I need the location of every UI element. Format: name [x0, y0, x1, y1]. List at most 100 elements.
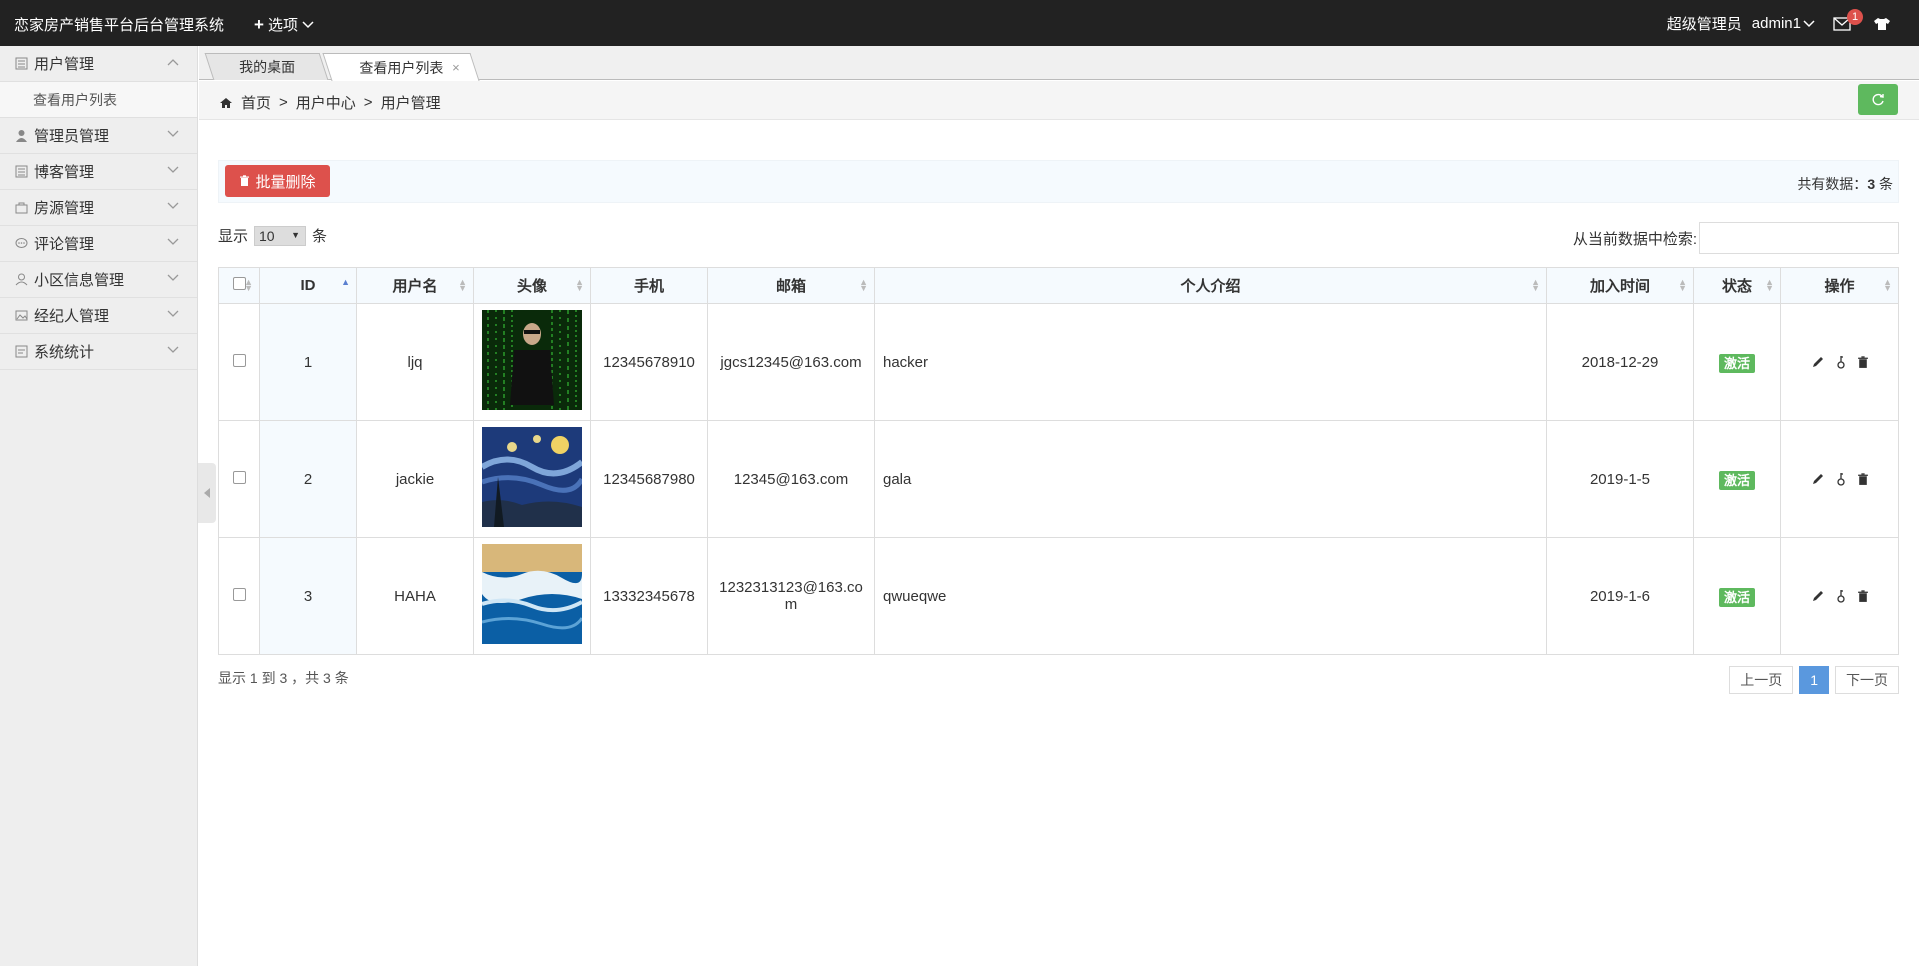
header-join-time[interactable]: 加入时间 ▲ ▼ — [1546, 267, 1694, 304]
chevron-down-icon — [167, 166, 179, 173]
sidebar-collapse-toggle[interactable] — [198, 463, 216, 523]
chevron-down-icon — [302, 20, 314, 28]
cell-join-time: 2018-12-29 — [1546, 303, 1694, 421]
cell-id: 1 — [259, 303, 357, 421]
chevron-up-icon — [167, 59, 179, 66]
header-label: 用户名 — [392, 278, 438, 295]
sidebar-item-comment-management[interactable]: 评论管理 — [0, 226, 197, 262]
trash-icon[interactable] — [1857, 589, 1869, 603]
cell-phone: 13332345678 — [590, 537, 708, 655]
matrix-avatar-image — [482, 310, 582, 410]
breadcrumb: 首页 > 用户中心 > 用户管理 — [219, 92, 441, 113]
refresh-button[interactable] — [1858, 84, 1898, 115]
tab-user-list[interactable]: 查看用户列表 × — [322, 53, 480, 81]
sidebar-item-label: 评论管理 — [34, 236, 95, 253]
prev-page-button[interactable]: 上一页 — [1729, 666, 1794, 694]
tab-my-desktop[interactable]: 我的桌面 — [204, 53, 329, 80]
search-input[interactable] — [1699, 222, 1899, 254]
chevron-down-icon — [167, 310, 179, 317]
cell-username: ljq — [356, 303, 474, 421]
header-select-all[interactable]: ▲ ▼ — [218, 267, 260, 304]
chevron-down-icon — [167, 130, 179, 137]
row-checkbox[interactable] — [232, 470, 246, 484]
role-label: 超级管理员 — [1666, 16, 1742, 33]
breadcrumb-home[interactable]: 首页 — [241, 92, 271, 113]
sort-icon: ▲ ▼ — [859, 277, 868, 293]
cell-phone: 12345678910 — [590, 303, 708, 421]
header-username[interactable]: 用户名 ▲ ▼ — [356, 267, 474, 304]
chevron-down-icon — [167, 238, 179, 245]
sidebar-item-admin-management[interactable]: 管理员管理 — [0, 118, 197, 154]
cell-avatar — [473, 420, 591, 538]
sidebar-item-user-management[interactable]: 用户管理 — [0, 46, 197, 82]
image-icon — [15, 310, 28, 321]
trash-icon[interactable] — [1857, 355, 1869, 369]
sort-icon: ▲ ▼ — [1883, 277, 1892, 293]
cell-phone: 12345687980 — [590, 420, 708, 538]
key-icon[interactable] — [1835, 589, 1847, 603]
batch-delete-label: 批量删除 — [255, 173, 316, 191]
sort-icon: ▲ ▼ — [1765, 277, 1774, 293]
sidebar-item-system-statistics[interactable]: 系统统计 — [0, 334, 197, 370]
cell-actions — [1780, 420, 1899, 538]
page-length-select[interactable]: 10 ▼ — [254, 225, 307, 246]
close-icon[interactable]: × — [453, 60, 461, 75]
user-table: ▲ ▼ ID ▲ 用户名 ▲ ▼ 头像 ▲ ▼ 手机 邮箱 ▲ ▼ 个人介绍 ▲ ▼ 加入时间 ▲ ▼ … — [218, 267, 1899, 655]
options-label: 选项 — [267, 17, 298, 34]
header-intro[interactable]: 个人介绍 ▲ ▼ — [874, 267, 1547, 304]
header-phone: 手机 — [590, 267, 708, 304]
row-select-cell — [218, 420, 260, 538]
cell-avatar — [473, 303, 591, 421]
sidebar-item-agent-management[interactable]: 经纪人管理 — [0, 298, 197, 334]
page-1-button[interactable]: 1 — [1799, 666, 1829, 694]
key-icon[interactable] — [1835, 472, 1847, 486]
edit-icon[interactable] — [1811, 472, 1825, 486]
sidebar-item-community-info-management[interactable]: 小区信息管理 — [0, 262, 197, 298]
shirt-icon[interactable] — [1873, 17, 1891, 31]
pagination: 上一页 1 下一页 — [1729, 666, 1899, 694]
header-actions[interactable]: 操作 ▲ ▼ — [1780, 267, 1899, 304]
trash-icon[interactable] — [1857, 472, 1869, 486]
header-status[interactable]: 状态 ▲ ▼ — [1693, 267, 1781, 304]
sidebar-item-property-management[interactable]: 房源管理 — [0, 190, 197, 226]
key-icon[interactable] — [1835, 355, 1847, 369]
breadcrumb-bar: 首页 > 用户中心 > 用户管理 — [199, 81, 1919, 120]
mail-button[interactable]: 1 — [1833, 8, 1863, 31]
header-label: ID — [300, 277, 316, 294]
sort-asc-icon: ▲ — [341, 277, 350, 287]
row-checkbox[interactable] — [232, 353, 246, 367]
sidebar: 用户管理 查看用户列表 管理员管理 博客管理 房源管理 评论管理 小区信息管理 … — [0, 46, 198, 966]
options-menu[interactable]: + 选项 — [254, 14, 314, 35]
mail-badge: 1 — [1847, 8, 1863, 25]
header-id[interactable]: ID ▲ — [259, 267, 357, 304]
header-email[interactable]: 邮箱 ▲ ▼ — [707, 267, 875, 304]
sidebar-item-label: 经纪人管理 — [34, 308, 110, 325]
row-checkbox[interactable] — [232, 587, 246, 601]
chevron-down-icon — [167, 202, 179, 209]
chevron-down-icon — [167, 346, 179, 353]
app-title[interactable]: 恋家房产销售平台后台管理系统 — [14, 14, 224, 35]
breadcrumb-separator: > — [279, 94, 288, 111]
breadcrumb-user-center[interactable]: 用户中心 — [296, 92, 356, 113]
sidebar-subitem-user-list[interactable]: 查看用户列表 — [0, 82, 197, 118]
breadcrumb-separator: > — [363, 94, 373, 111]
cell-join-time: 2019-1-5 — [1546, 420, 1694, 538]
header-label: 邮箱 — [775, 278, 806, 295]
cell-join-time: 2019-1-6 — [1546, 537, 1694, 655]
length-suffix: 条 — [312, 228, 328, 245]
caret-down-icon: ▼ — [291, 229, 301, 240]
comment-icon — [15, 238, 28, 248]
tab-label: 我的桌面 — [238, 59, 295, 75]
next-page-button[interactable]: 下一页 — [1835, 666, 1899, 694]
cell-intro: hacker — [874, 303, 1547, 421]
edit-icon[interactable] — [1811, 589, 1825, 603]
user-menu[interactable]: admin1 — [1752, 15, 1815, 32]
header-avatar[interactable]: 头像 ▲ ▼ — [473, 267, 591, 304]
batch-delete-button[interactable]: 批量删除 — [225, 165, 330, 197]
sidebar-item-label: 管理员管理 — [34, 128, 110, 145]
cell-intro: gala — [874, 420, 1547, 538]
chevron-down-icon — [1803, 19, 1815, 27]
row-select-cell — [218, 537, 260, 655]
sidebar-item-blog-management[interactable]: 博客管理 — [0, 154, 197, 190]
edit-icon[interactable] — [1811, 355, 1825, 369]
